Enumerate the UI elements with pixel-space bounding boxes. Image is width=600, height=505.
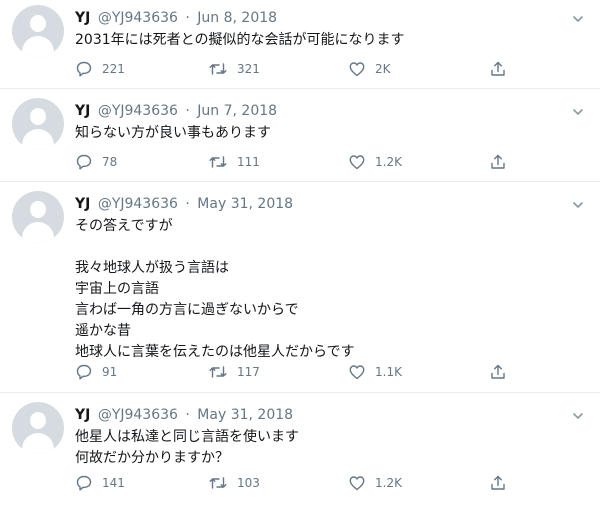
tweet-text: 他星人は私達と同じ言語を使います 何故だか分かりますか？ [75, 427, 575, 469]
retweet-icon [209, 366, 227, 378]
chevron-down-icon[interactable] [572, 106, 584, 118]
tweet-divider [0, 181, 600, 182]
like-count: 1.2K [375, 155, 402, 169]
user-name[interactable]: YJ [75, 196, 90, 212]
tweet-text: その答えですが 我々地球人が扱う言語は 宇宙上の言語 言わば一角の方言に過ぎない… [75, 216, 575, 363]
reply-icon [76, 475, 92, 491]
tweet-text-line: 我々地球人が扱う言語は [75, 260, 229, 276]
tweet-text-line: 何故だか分かりますか？ [75, 450, 229, 466]
avatar[interactable] [12, 98, 64, 150]
reply-count: 141 [102, 476, 125, 490]
separator: · [185, 10, 190, 26]
reply-count: 91 [102, 365, 118, 379]
tweet-header: YJ @YJ943636 · Jun 7, 2018 [75, 101, 277, 121]
reply-button[interactable]: 78 [75, 152, 117, 172]
share-icon [491, 154, 505, 169]
tweet[interactable]: YJ @YJ943636 · Jun 8, 2018 2031年には死者との擬似… [0, 0, 600, 88]
like-count: 1.1K [375, 365, 402, 379]
retweet-icon [209, 477, 227, 489]
retweet-icon [209, 156, 227, 168]
retweet-count: 117 [237, 365, 260, 379]
user-handle[interactable]: @YJ943636 [98, 407, 178, 423]
reply-button[interactable]: 221 [75, 59, 125, 79]
avatar[interactable] [12, 402, 64, 454]
retweet-count: 111 [237, 155, 260, 169]
separator: · [185, 407, 190, 423]
reply-button[interactable]: 141 [75, 473, 125, 493]
tweet-text-line: 宇宙上の言語 [75, 281, 159, 297]
heart-icon [349, 155, 365, 170]
tweet-text: 2031年には死者との擬似的な会話が可能になります [75, 30, 575, 51]
retweet-count: 321 [237, 62, 260, 76]
tweet-text-line: 地球人に言葉を伝えたのは他星人だからです [75, 344, 355, 360]
separator: · [185, 103, 190, 119]
like-button[interactable]: 1.1K [348, 362, 402, 382]
reply-button[interactable]: 91 [75, 362, 117, 382]
heart-icon [349, 62, 365, 77]
tweet-feed: YJ @YJ943636 · Jun 8, 2018 2031年には死者との擬似… [0, 0, 600, 505]
retweet-button[interactable]: 103 [208, 473, 260, 493]
user-name[interactable]: YJ [75, 103, 90, 119]
like-count: 2K [375, 62, 391, 76]
like-button[interactable]: 1.2K [348, 152, 402, 172]
tweet-text-line: 2031年には死者との擬似的な会話が可能になります [75, 32, 405, 48]
tweet-date[interactable]: Jun 8, 2018 [197, 10, 277, 26]
retweet-button[interactable]: 111 [208, 152, 260, 172]
chevron-down-icon[interactable] [572, 410, 584, 422]
share-icon [491, 364, 505, 379]
reply-count: 221 [102, 62, 125, 76]
retweet-count: 103 [237, 476, 260, 490]
chevron-down-icon[interactable] [572, 13, 584, 25]
retweet-button[interactable]: 321 [208, 59, 260, 79]
tweet-text: 知らない方が良い事もあります [75, 123, 575, 144]
share-button[interactable] [489, 362, 507, 382]
reply-count: 78 [102, 155, 118, 169]
share-icon [491, 475, 505, 490]
heart-icon [349, 365, 365, 380]
share-button[interactable] [489, 473, 507, 493]
tweet-actions: 78 111 1.2K [75, 152, 515, 172]
tweet[interactable]: YJ @YJ943636 · May 31, 2018 その答えですが 我々地球… [0, 186, 600, 392]
reply-icon [76, 154, 92, 170]
tweet-actions: 91 117 1.1K [75, 362, 515, 382]
like-button[interactable]: 1.2K [348, 473, 402, 493]
reply-icon [76, 364, 92, 380]
share-button[interactable] [489, 152, 507, 172]
tweet-divider [0, 392, 600, 393]
share-button[interactable] [489, 59, 507, 79]
tweet-header: YJ @YJ943636 · May 31, 2018 [75, 194, 293, 214]
user-handle[interactable]: @YJ943636 [98, 10, 178, 26]
avatar[interactable] [12, 191, 64, 243]
tweet[interactable]: YJ @YJ943636 · May 31, 2018 他星人は私達と同じ言語を… [0, 397, 600, 505]
heart-icon [349, 476, 365, 491]
user-handle[interactable]: @YJ943636 [98, 196, 178, 212]
tweet-actions: 141 103 1.2K [75, 473, 515, 493]
tweet-text-line: 他星人は私達と同じ言語を使います [75, 429, 299, 445]
tweet-date[interactable]: May 31, 2018 [197, 196, 293, 212]
tweet-text-line: その答えですが [75, 218, 173, 234]
retweet-button[interactable]: 117 [208, 362, 260, 382]
like-count: 1.2K [375, 476, 402, 490]
tweet-date[interactable]: Jun 7, 2018 [197, 103, 277, 119]
avatar[interactable] [12, 5, 64, 57]
share-icon [491, 61, 505, 76]
retweet-icon [209, 63, 227, 75]
tweet-date[interactable]: May 31, 2018 [197, 407, 293, 423]
tweet-actions: 221 321 2K [75, 59, 515, 79]
tweet-header: YJ @YJ943636 · May 31, 2018 [75, 405, 293, 425]
tweet-header: YJ @YJ943636 · Jun 8, 2018 [75, 8, 277, 28]
like-button[interactable]: 2K [348, 59, 391, 79]
tweet-text-line: 遥かな昔 [75, 323, 131, 339]
tweet[interactable]: YJ @YJ943636 · Jun 7, 2018 知らない方が良い事もありま… [0, 93, 600, 181]
user-handle[interactable]: @YJ943636 [98, 103, 178, 119]
chevron-down-icon[interactable] [572, 199, 584, 211]
user-name[interactable]: YJ [75, 407, 90, 423]
user-name[interactable]: YJ [75, 10, 90, 26]
tweet-text-line: 知らない方が良い事もあります [75, 125, 271, 141]
separator: · [185, 196, 190, 212]
tweet-text-line [75, 237, 575, 258]
reply-icon [76, 61, 92, 77]
tweet-divider [0, 88, 600, 89]
tweet-text-line: 言わば一角の方言に過ぎないからで [75, 302, 299, 318]
